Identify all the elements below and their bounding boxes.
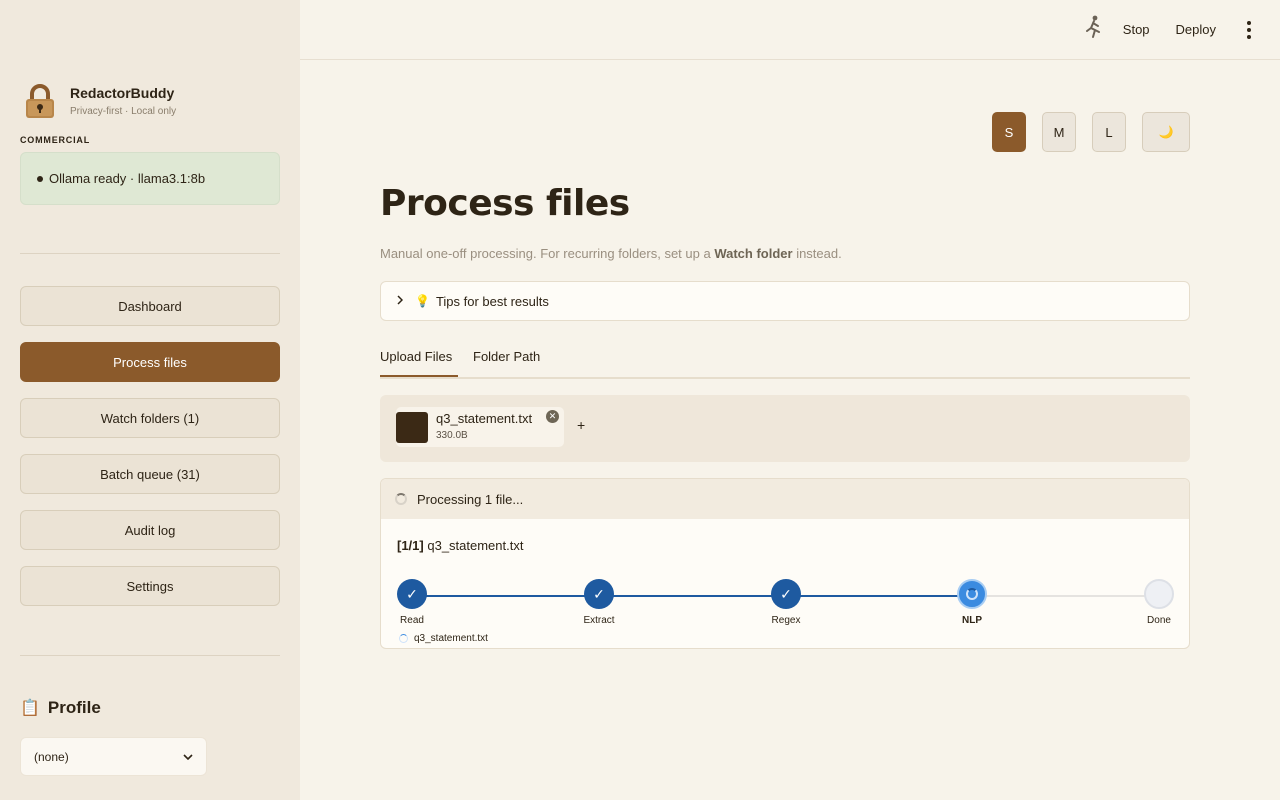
- top-bar: Stop Deploy: [300, 0, 1280, 60]
- current-file-name: q3_statement.txt: [414, 633, 488, 644]
- ollama-status-text: Ollama ready · llama3.1:8b: [49, 171, 206, 186]
- profile-select-value: (none): [34, 749, 69, 764]
- progress-track-complete: [411, 595, 971, 597]
- sidebar: RedactorBuddy Privacy-first · Local only…: [0, 0, 300, 800]
- step-label-extract: Extract: [583, 615, 615, 626]
- brand: RedactorBuddy Privacy-first · Local only: [20, 84, 176, 120]
- spinner-icon: [395, 493, 407, 505]
- more-menu-icon[interactable]: [1242, 20, 1256, 39]
- size-small-button[interactable]: S: [992, 112, 1026, 152]
- divider: [20, 655, 280, 656]
- theme-toggle-button[interactable]: 🌙: [1142, 112, 1190, 152]
- mini-spinner-icon: [399, 634, 408, 643]
- tips-label: Tips for best results: [435, 293, 549, 309]
- status-dot-icon: [37, 175, 43, 182]
- tier-label: COMMERCIAL: [20, 135, 90, 145]
- processing-header: Processing 1 file...: [381, 479, 1189, 519]
- file-chip: q3_statement.txt 330.0B ✕: [396, 407, 564, 447]
- tips-expander[interactable]: 💡 Tips for best results: [380, 281, 1190, 321]
- nav-settings[interactable]: Settings: [20, 566, 280, 606]
- page-title: Process files: [380, 183, 630, 224]
- ollama-status: Ollama ready · llama3.1:8b: [20, 152, 280, 205]
- tab-bar: Upload Files Folder Path: [380, 344, 1190, 379]
- profile-heading-text: Profile: [47, 698, 101, 717]
- processing-panel: Processing 1 file... [1/1] q3_statement.…: [380, 478, 1190, 649]
- nav-watch-folders[interactable]: Watch folders (1): [20, 398, 280, 438]
- page-subtitle: Manual one-off processing. For recurring…: [380, 246, 842, 261]
- processing-header-text: Processing 1 file...: [417, 491, 524, 507]
- nav-batch-queue[interactable]: Batch queue (31): [20, 454, 280, 494]
- step-read-check-icon: ✓: [397, 579, 427, 609]
- step-nlp-spinner-icon: [957, 579, 987, 609]
- nav-process-files[interactable]: Process files: [20, 342, 280, 382]
- brand-title: RedactorBuddy: [70, 85, 175, 101]
- chevron-right-icon: [397, 294, 404, 308]
- processing-file-name: q3_statement.txt: [427, 538, 524, 553]
- lightbulb-icon: 💡: [415, 294, 430, 308]
- size-large-button[interactable]: L: [1092, 112, 1126, 152]
- moon-icon: 🌙: [1158, 125, 1174, 139]
- current-file: q3_statement.txt: [399, 633, 488, 644]
- chevron-down-icon: [183, 753, 193, 760]
- step-done-pending-icon: [1144, 579, 1174, 609]
- nav-dashboard[interactable]: Dashboard: [20, 286, 280, 326]
- clipboard-icon: 📋: [20, 700, 40, 717]
- size-medium-button[interactable]: M: [1042, 112, 1076, 152]
- active-tab-indicator: [380, 375, 458, 377]
- subtitle-text-end: instead.: [792, 246, 842, 261]
- progress-track-remaining: [971, 595, 1158, 597]
- stop-button[interactable]: Stop: [1123, 22, 1150, 37]
- step-label-regex: Regex: [771, 615, 801, 626]
- processing-file: [1/1] q3_statement.txt: [397, 538, 523, 553]
- tab-upload-files[interactable]: Upload Files: [380, 349, 452, 364]
- file-size: 330.0B: [436, 430, 468, 441]
- upload-area[interactable]: q3_statement.txt 330.0B ✕ +: [380, 395, 1190, 462]
- tab-folder-path[interactable]: Folder Path: [473, 349, 540, 364]
- step-regex-check-icon: ✓: [771, 579, 801, 609]
- file-thumbnail: [396, 412, 428, 443]
- file-name: q3_statement.txt: [436, 411, 533, 426]
- watch-folder-emphasis: Watch folder: [714, 246, 793, 261]
- remove-file-icon[interactable]: ✕: [546, 410, 559, 423]
- profile-heading: 📋 Profile: [20, 698, 101, 718]
- running-icon: [1083, 15, 1103, 45]
- nav-audit-log[interactable]: Audit log: [20, 510, 280, 550]
- step-extract-check-icon: ✓: [584, 579, 614, 609]
- lock-icon: [20, 84, 60, 120]
- profile-select[interactable]: (none): [20, 737, 207, 776]
- subtitle-text: Manual one-off processing. For recurring…: [380, 246, 715, 261]
- step-label-done: Done: [1147, 615, 1171, 626]
- divider: [20, 253, 280, 254]
- step-label-nlp: NLP: [962, 615, 982, 626]
- deploy-button[interactable]: Deploy: [1176, 22, 1216, 37]
- step-label-read: Read: [400, 615, 424, 626]
- brand-subtitle: Privacy-first · Local only: [70, 106, 177, 117]
- add-file-button[interactable]: +: [577, 417, 585, 433]
- processing-counter: [1/1]: [397, 538, 424, 553]
